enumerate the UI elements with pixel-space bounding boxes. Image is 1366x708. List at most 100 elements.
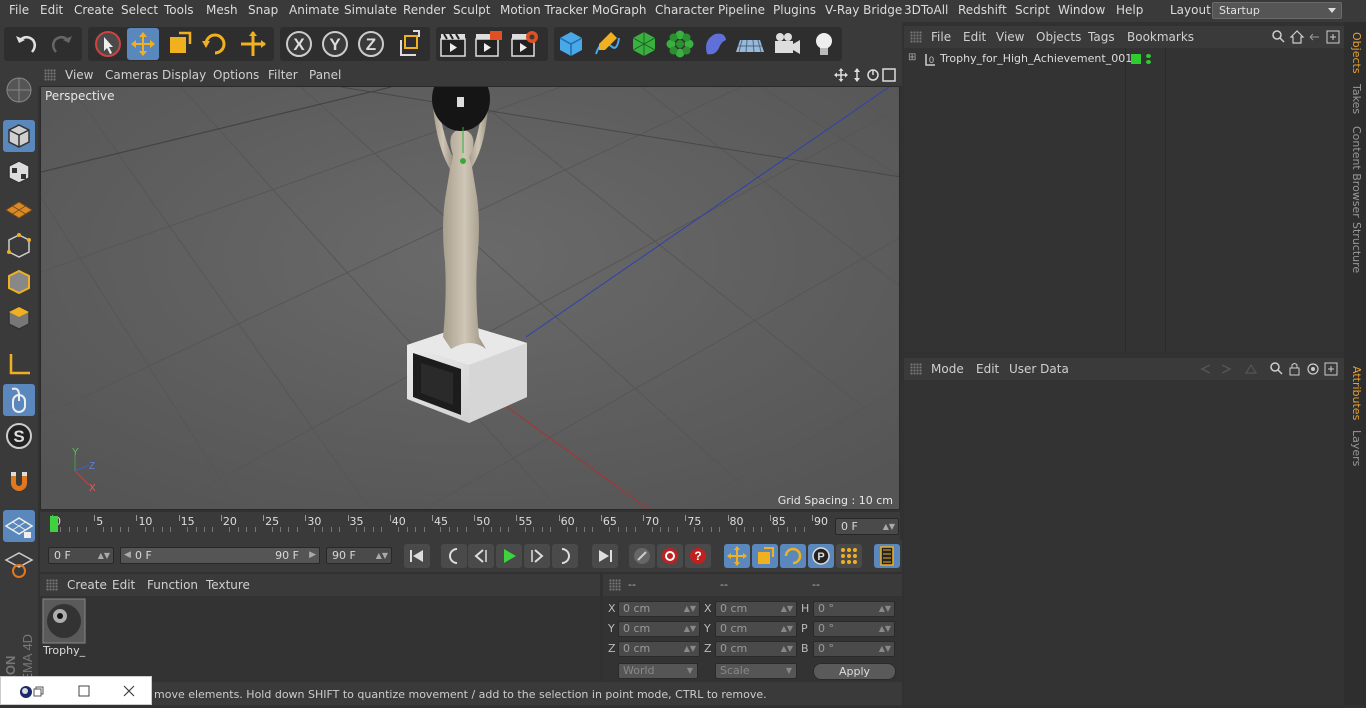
record-active-button[interactable] (629, 544, 655, 568)
menu-plugins[interactable]: Plugins (773, 3, 816, 17)
magnet-button[interactable] (3, 466, 35, 498)
mat-menu-texture[interactable]: Texture (206, 578, 250, 592)
tab-structure[interactable]: Structure (1347, 222, 1363, 273)
goto-start-button[interactable] (404, 544, 430, 568)
menu-render[interactable]: Render (403, 3, 446, 17)
object-panel-tools[interactable] (1272, 30, 1342, 44)
menu-tools[interactable]: Tools (164, 3, 194, 17)
edges-mode-button[interactable] (3, 266, 35, 298)
attr-menu-user-data[interactable]: User Data (1009, 362, 1069, 376)
coord-value-field[interactable]: 0 ° ▲▼ (813, 601, 895, 617)
play-button[interactable] (496, 544, 522, 568)
frame-range-slider[interactable]: ◀ 0 F 90 F ▶ (120, 547, 320, 564)
keyframe-selection-button[interactable]: ? (685, 544, 711, 568)
menu-select[interactable]: Select (121, 3, 158, 17)
tab-layers[interactable]: Layers (1347, 430, 1363, 466)
key-pla-button[interactable] (836, 544, 862, 568)
vp-menu-display[interactable]: Display (162, 68, 206, 82)
timeline-ruler[interactable]: 051015202530354045505560657075808590 0 F… (40, 512, 900, 540)
coord-value-field[interactable]: 0 cm ▲▼ (618, 601, 700, 617)
obj-menu-bookmarks[interactable]: Bookmarks (1127, 30, 1194, 44)
next-frame-button[interactable] (524, 544, 550, 568)
menu-mesh[interactable]: Mesh (206, 3, 238, 17)
render-view-button[interactable] (437, 28, 469, 60)
viewport-camera-label[interactable]: Perspective (45, 89, 115, 103)
model-mode-button[interactable] (3, 120, 35, 152)
render-settings-button[interactable] (508, 28, 540, 60)
object-row[interactable]: ⊞ 0 Trophy_for_High_Achievement_001 (904, 52, 1132, 68)
scale-tool-button[interactable] (163, 28, 195, 60)
rotate-tool-button[interactable] (199, 28, 231, 60)
menu-character[interactable]: Character (655, 3, 714, 17)
deformer-button[interactable] (699, 28, 731, 60)
timeline-window-button[interactable] (874, 544, 900, 568)
coord-system-dropdown[interactable]: World ▼ (618, 663, 698, 679)
prev-frame-button[interactable] (468, 544, 494, 568)
layer-color-tag[interactable] (1131, 54, 1141, 64)
viewport-nav-icons[interactable] (834, 68, 898, 82)
menu-redshift[interactable]: Redshift (958, 3, 1007, 17)
menu-edit[interactable]: Edit (40, 3, 63, 17)
vp-menu-cameras[interactable]: Cameras (105, 68, 158, 82)
cube-button[interactable] (555, 28, 587, 60)
current-frame-field[interactable]: 0 F ▲▼ (835, 518, 899, 535)
floor-button[interactable] (734, 28, 766, 60)
obj-menu-tags[interactable]: Tags (1088, 30, 1115, 44)
axis-mode-button[interactable] (3, 348, 35, 380)
tab-takes[interactable]: Takes (1347, 84, 1363, 114)
coord-value-field[interactable]: 0 cm ▲▼ (618, 641, 700, 657)
pen-spline-button[interactable] (591, 28, 623, 60)
apply-button[interactable]: Apply (813, 663, 896, 680)
render-picture-viewer-button[interactable] (472, 28, 504, 60)
snap-button[interactable]: S (3, 420, 35, 452)
vp-menu-view[interactable]: View (65, 68, 93, 82)
vp-menu-filter[interactable]: Filter (268, 68, 298, 82)
menu-file[interactable]: File (9, 3, 29, 17)
coord-value-field[interactable]: 0 cm ▲▼ (618, 621, 700, 637)
texture-mode-button[interactable] (3, 156, 35, 188)
key-position-button[interactable] (724, 544, 750, 568)
restore-icon[interactable] (33, 686, 44, 697)
object-name[interactable]: Trophy_for_High_Achievement_001 (940, 52, 1132, 65)
polygons-mode-button[interactable] (3, 302, 35, 334)
start-frame-field[interactable]: 0 F ▲▼ (48, 547, 114, 564)
mat-menu-edit[interactable]: Edit (112, 578, 135, 592)
coord-value-field[interactable]: 0 ° ▲▼ (813, 641, 895, 657)
workplane-lock-button[interactable] (3, 510, 35, 542)
obj-menu-view[interactable]: View (996, 30, 1024, 44)
material-swatch[interactable]: Trophy_ (42, 598, 86, 657)
tweak-mode-button[interactable] (3, 384, 35, 416)
redo-button[interactable] (46, 28, 78, 60)
attr-menu-edit[interactable]: Edit (976, 362, 999, 376)
maximize-icon[interactable] (78, 685, 90, 697)
coord-value-field[interactable]: 0 cm ▲▼ (715, 601, 797, 617)
menu-mograph[interactable]: MoGraph (592, 3, 647, 17)
obj-menu-file[interactable]: File (931, 30, 951, 44)
cloner-button[interactable] (664, 28, 696, 60)
editor-visibility-dot[interactable] (1146, 54, 1151, 58)
attr-menu-mode[interactable]: Mode (931, 362, 964, 376)
coord-value-field[interactable]: 0 cm ▲▼ (715, 641, 797, 657)
points-mode-button[interactable] (3, 230, 35, 262)
tab-content-browser[interactable]: Content Browser (1347, 126, 1363, 218)
layout-dropdown[interactable]: Startup (1212, 2, 1342, 19)
make-editable-button[interactable] (3, 74, 35, 106)
move-tool-button[interactable] (127, 28, 159, 60)
obj-menu-objects[interactable]: Objects (1036, 30, 1081, 44)
perspective-viewport[interactable]: Y Z X Perspective Grid Spacing : 10 cm (40, 86, 900, 510)
menu-sculpt[interactable]: Sculpt (453, 3, 490, 17)
mat-menu-create[interactable]: Create (67, 578, 107, 592)
cinema4d-app-icon[interactable] (19, 685, 33, 699)
goto-end-button[interactable] (592, 544, 618, 568)
menu-help[interactable]: Help (1116, 3, 1143, 17)
mat-menu-function[interactable]: Function (147, 578, 198, 592)
size-mode-dropdown[interactable]: Scale ▼ (715, 663, 797, 679)
vp-menu-panel[interactable]: Panel (309, 68, 341, 82)
expand-icon[interactable]: ⊞ (908, 52, 916, 63)
menu-snap[interactable]: Snap (248, 3, 278, 17)
timeline-track[interactable]: 051015202530354045505560657075808590 (50, 515, 828, 533)
coordinate-system-button[interactable] (393, 28, 425, 60)
end-frame-field[interactable]: 90 F ▲▼ (326, 547, 392, 564)
menu-pipeline[interactable]: Pipeline (718, 3, 765, 17)
menu-3dtoall[interactable]: 3DToAll (904, 3, 948, 17)
